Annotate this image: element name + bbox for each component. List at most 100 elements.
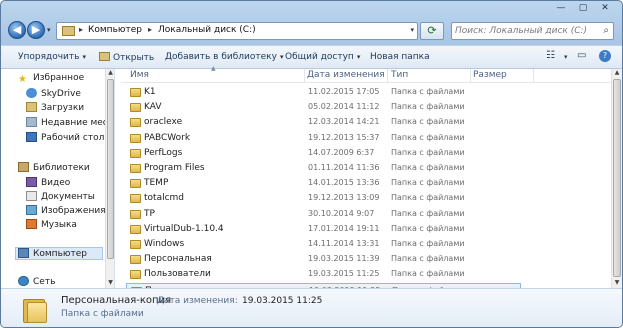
chevron-down-icon: ▾ <box>82 53 86 61</box>
file-row[interactable]: Персональная 19.03.2015 11:39 Папка с файл… <box>126 252 521 267</box>
forward-button[interactable]: ▶ <box>27 21 45 39</box>
documents-icon <box>26 191 37 201</box>
file-row[interactable]: totalcmd 19.12.2013 13:09 Папка с файлами <box>126 191 521 206</box>
folder-large-icon <box>23 296 47 324</box>
file-row[interactable]: TP 30.10.2014 9:07 Папка с файлами <box>126 207 521 222</box>
folder-icon <box>130 148 141 158</box>
file-row[interactable]: Пользователи 19.03.2015 11:25 Папка с файл… <box>126 267 521 282</box>
file-name: PABCWork <box>144 132 191 143</box>
file-scrollbar[interactable]: ▲ ▼ <box>611 69 622 288</box>
share-button[interactable]: Общий доступ ▾ <box>285 52 360 62</box>
file-row[interactable]: K1 11.02.2015 17:05 Папка с файлами <box>126 85 521 100</box>
nav-documents[interactable]: Документы <box>26 191 95 204</box>
refresh-button[interactable]: ⟳ <box>420 22 444 40</box>
nav-images-label: Изображения <box>41 206 106 216</box>
folder-icon <box>130 209 141 219</box>
column-name[interactable]: Имя <box>130 70 149 80</box>
content-area: ★ Избранное SkyDrive Загрузки Недавние ме… <box>1 65 622 298</box>
nav-recent-places[interactable]: Недавние места <box>26 117 115 130</box>
file-type: Папка с файлами <box>391 254 465 264</box>
scroll-down-icon[interactable]: ▼ <box>612 279 622 286</box>
nav-documents-label: Документы <box>41 192 95 202</box>
new-folder-label: Новая папка <box>370 52 430 62</box>
organize-label: Упорядочить <box>18 52 80 62</box>
file-type: Папка с файлами <box>391 178 465 188</box>
help-icon: ? <box>599 50 611 62</box>
search-box[interactable]: ⌕ <box>451 22 614 40</box>
file-type: Папка с файлами <box>391 269 465 279</box>
search-input[interactable] <box>455 24 595 38</box>
column-date[interactable]: Дата изменения <box>307 70 385 80</box>
details-type: Папка с файлами <box>61 309 144 319</box>
file-row[interactable]: TEMP 14.01.2015 13:36 Папка с файлами <box>126 176 521 191</box>
nav-video[interactable]: Видео <box>26 177 70 190</box>
preview-pane-icon: ▭ <box>577 50 587 61</box>
cloud-icon <box>26 88 37 98</box>
file-name: totalcmd <box>144 193 185 204</box>
search-icon[interactable]: ⌕ <box>603 25 609 36</box>
breadcrumb-local-disk[interactable]: Локальный диск (C:) <box>158 25 256 35</box>
open-button[interactable]: Открыть <box>99 52 154 63</box>
file-date: 19.12.2013 15:37 <box>308 132 380 142</box>
add-to-library-button[interactable]: Добавить в библиотеку ▾ <box>165 52 283 62</box>
nav-recent-label: Недавние места <box>41 118 115 128</box>
back-button[interactable]: ◀ <box>8 21 26 39</box>
column-divider[interactable] <box>387 69 388 82</box>
file-type: Папка с файлами <box>391 163 465 172</box>
file-row[interactable]: PABCWork 19.12.2013 15:37 Папка с файлами <box>126 131 521 146</box>
nav-network[interactable]: Сеть <box>18 276 55 288</box>
preview-pane-button[interactable]: ▭ <box>577 50 586 66</box>
star-icon: ★ <box>18 74 27 85</box>
scroll-up-icon[interactable]: ▲ <box>612 69 622 76</box>
file-row[interactable]: VirtualDub-1.10.4 17.01.2014 19:11 Папка с… <box>126 222 521 237</box>
computer-icon <box>62 26 75 36</box>
file-row[interactable]: KAV 05.02.2014 11:12 Папка с файлами <box>126 100 521 115</box>
nav-scrollbar[interactable]: ▲ ▼ <box>105 69 114 288</box>
file-date: 19.03.2015 11:39 <box>308 254 380 264</box>
file-row[interactable]: PerfLogs 14.07.2009 6:37 Папка с файлами <box>126 146 521 161</box>
nav-desktop-label: Рабочий стол <box>41 133 105 143</box>
breadcrumb-computer[interactable]: Компьютер <box>88 25 142 35</box>
file-type: Папка с файлами <box>391 147 465 157</box>
scroll-down-icon[interactable]: ▼ <box>106 279 114 286</box>
nav-computer[interactable]: Компьютер <box>15 247 103 260</box>
chevron-down-icon[interactable]: ▾ <box>410 26 414 34</box>
help-button[interactable]: ? <box>599 50 611 66</box>
nav-libraries[interactable]: Библиотеки <box>18 162 90 175</box>
column-type[interactable]: Тип <box>391 70 408 80</box>
maximize-button[interactable]: ▢ <box>572 1 594 16</box>
file-row[interactable]: oraclexe 12.03.2014 14:21 Папка с файлами <box>126 115 521 130</box>
column-divider[interactable] <box>470 69 471 82</box>
nav-desktop[interactable]: Рабочий стол <box>26 132 104 145</box>
organize-button[interactable]: Упорядочить ▾ <box>18 52 86 62</box>
recent-pages-button[interactable]: ▾ <box>47 26 51 34</box>
nav-downloads[interactable]: Загрузки <box>26 102 84 115</box>
nav-skydrive[interactable]: SkyDrive <box>26 88 81 101</box>
column-divider[interactable] <box>304 69 305 82</box>
folder-icon <box>130 118 141 128</box>
minimize-button[interactable]: — <box>550 1 572 16</box>
file-scroll-thumb[interactable] <box>613 79 621 277</box>
file-row[interactable]: Windows 14.11.2014 13:31 Папка с файлами <box>126 237 521 252</box>
folder-icon <box>130 270 141 280</box>
close-button[interactable]: ✕ <box>594 1 616 16</box>
file-date: 01.11.2014 11:36 <box>308 163 380 172</box>
view-dropdown-button[interactable]: ▾ <box>564 53 568 69</box>
chevron-right-icon[interactable]: ▸ <box>148 25 152 34</box>
address-row: — ▢ ✕ ◀ ▶ ▾ ▸ Компьютер ▸ Локальный диск… <box>1 1 622 45</box>
scroll-up-icon[interactable]: ▲ <box>106 69 114 76</box>
nav-music[interactable]: Музыка <box>26 219 77 232</box>
nav-images[interactable]: Изображения <box>26 205 106 218</box>
explorer-window: — ▢ ✕ ◀ ▶ ▾ ▸ Компьютер ▸ Локальный диск… <box>0 0 623 328</box>
file-name: KAV <box>144 102 162 113</box>
nav-skydrive-label: SkyDrive <box>41 89 81 99</box>
file-row[interactable]: Program Files 01.11.2014 11:36 Папка с фай… <box>126 161 521 176</box>
chevron-right-icon[interactable]: ▸ <box>79 25 83 34</box>
nav-favorites[interactable]: ★ Избранное <box>18 73 84 86</box>
view-options-button[interactable]: ☷ <box>546 50 555 66</box>
column-divider[interactable] <box>533 69 534 82</box>
nav-scroll-thumb[interactable] <box>107 79 114 259</box>
new-folder-button[interactable]: Новая папка <box>370 52 430 62</box>
address-bar[interactable]: ▸ Компьютер ▸ Локальный диск (C:) ▾ <box>56 22 418 40</box>
column-size[interactable]: Размер <box>473 70 507 80</box>
